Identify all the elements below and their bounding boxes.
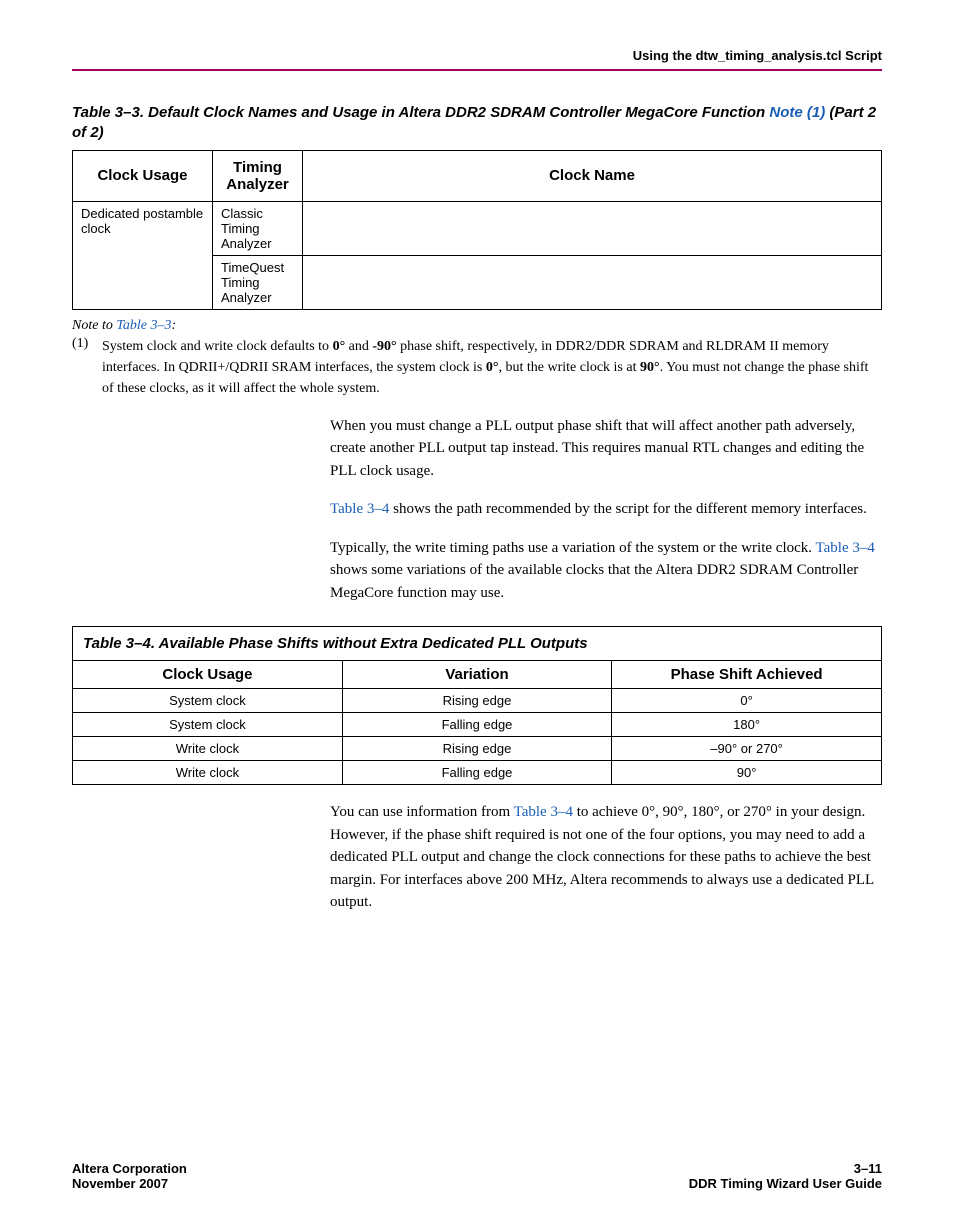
col-clock-usage: Clock Usage (73, 661, 342, 689)
cell-clockname (303, 255, 882, 309)
cell-phase: 0° (612, 689, 881, 713)
footer-left: Altera Corporation November 2007 (72, 1161, 187, 1191)
footer-right: 3–11 DDR Timing Wizard User Guide (689, 1161, 882, 1191)
note-heading-suffix: : (171, 318, 176, 333)
note-bold: -90° (372, 339, 396, 354)
col-clock-name: Clock Name (303, 150, 882, 201)
footer-company: Altera Corporation (72, 1161, 187, 1176)
body-frag: shows the path recommended by the script… (389, 501, 866, 517)
table-3-4-wrap: Table 3–4. Available Phase Shifts withou… (72, 626, 882, 785)
cell-usage: Write clock (73, 761, 342, 785)
cell-variation: Rising edge (342, 737, 611, 761)
note-text: System clock and write clock defaults to… (102, 336, 882, 399)
body-paragraph-2: Table 3–4 shows the path recommended by … (330, 498, 882, 521)
table-header-row: Clock Usage Timing Analyzer Clock Name (73, 150, 882, 201)
table-3-3: Clock Usage Timing Analyzer Clock Name D… (72, 150, 882, 310)
note-bold: 90° (640, 360, 660, 375)
note-frag: System clock and write clock defaults to (102, 339, 333, 354)
cell-usage: Dedicated postamble clock (73, 201, 213, 309)
table-3-4: Clock Usage Variation Phase Shift Achiev… (73, 661, 881, 784)
body-paragraph-3: Typically, the write timing paths use a … (330, 537, 882, 605)
note-table-link[interactable]: Table 3–3 (116, 318, 171, 333)
note-bold: 0° (486, 360, 499, 375)
table-3-4-link[interactable]: Table 3–4 (816, 540, 875, 556)
cell-analyzer: TimeQuest Timing Analyzer (213, 255, 303, 309)
table-row: System clock Rising edge 0° (73, 689, 881, 713)
table-header-row: Clock Usage Variation Phase Shift Achiev… (73, 661, 881, 689)
cell-phase: 180° (612, 713, 881, 737)
page-footer: Altera Corporation November 2007 3–11 DD… (72, 1161, 882, 1191)
table-row: Write clock Falling edge 90° (73, 761, 881, 785)
table-row: Dedicated postamble clock Classic Timing… (73, 201, 882, 255)
table-3-4-link[interactable]: Table 3–4 (514, 804, 573, 820)
running-header: Using the dtw_timing_analysis.tcl Script (72, 48, 882, 69)
cell-usage: System clock (73, 689, 342, 713)
cell-phase: 90° (612, 761, 881, 785)
table-row: Write clock Rising edge –90° or 270° (73, 737, 881, 761)
note-bold: 0° (333, 339, 346, 354)
body-frag: You can use information from (330, 804, 514, 820)
table-row: System clock Falling edge 180° (73, 713, 881, 737)
note-heading: Note to Table 3–3: (72, 318, 882, 334)
cell-variation: Rising edge (342, 689, 611, 713)
note-body: (1) System clock and write clock default… (72, 336, 882, 399)
note-number: (1) (72, 336, 102, 399)
table-3-4-title: Table 3–4. Available Phase Shifts withou… (73, 627, 881, 661)
cell-variation: Falling edge (342, 713, 611, 737)
body-paragraph-4: You can use information from Table 3–4 t… (330, 801, 882, 914)
footer-date: November 2007 (72, 1176, 168, 1191)
col-timing-analyzer: Timing Analyzer (213, 150, 303, 201)
col-clock-usage: Clock Usage (73, 150, 213, 201)
note-frag: , but the write clock is at (498, 360, 640, 375)
footer-doc-title: DDR Timing Wizard User Guide (689, 1176, 882, 1191)
table-3-3-title-prefix: Table 3–3. Default Clock Names and Usage… (72, 104, 769, 121)
footer-page-number: 3–11 (854, 1161, 882, 1176)
body-frag: Typically, the write timing paths use a … (330, 540, 816, 556)
table-3-4-link[interactable]: Table 3–4 (330, 501, 389, 517)
cell-variation: Falling edge (342, 761, 611, 785)
page: Using the dtw_timing_analysis.tcl Script… (0, 0, 954, 1227)
cell-usage: Write clock (73, 737, 342, 761)
cell-clockname (303, 201, 882, 255)
table-3-3-title: Table 3–3. Default Clock Names and Usage… (72, 103, 882, 144)
body-paragraph-1: When you must change a PLL output phase … (330, 415, 882, 483)
body-frag: shows some variations of the available c… (330, 562, 858, 601)
table-3-3-note-link[interactable]: Note (1) (769, 104, 825, 121)
cell-usage: System clock (73, 713, 342, 737)
header-rule (72, 69, 882, 71)
note-frag: and (345, 339, 372, 354)
note-heading-prefix: Note to (72, 318, 116, 333)
col-variation: Variation (342, 661, 611, 689)
col-phase-shift: Phase Shift Achieved (612, 661, 881, 689)
cell-phase: –90° or 270° (612, 737, 881, 761)
cell-analyzer: Classic Timing Analyzer (213, 201, 303, 255)
